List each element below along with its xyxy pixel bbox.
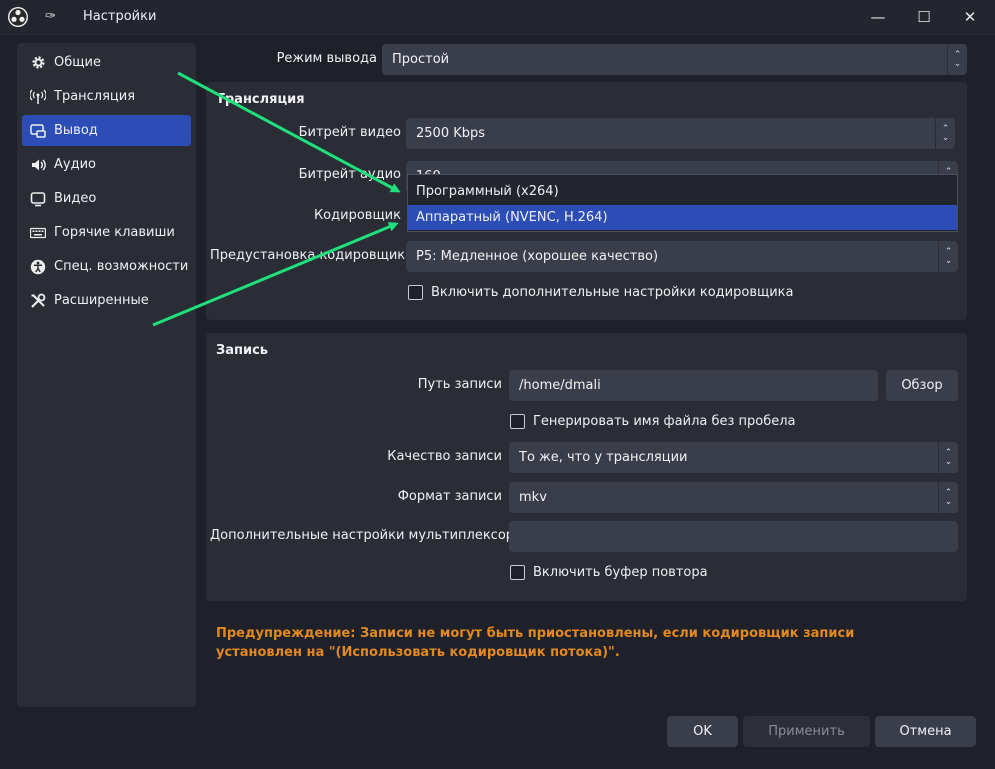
recording-quality-value: То же, что у трансляции: [519, 450, 688, 465]
keyboard-icon: [30, 225, 46, 241]
maximize-icon: ☐: [917, 8, 931, 26]
minimize-button[interactable]: —: [855, 0, 901, 34]
muxer-settings-label: Дополнительные настройки мультиплексора: [210, 528, 522, 543]
encoder-option-software[interactable]: Программный (x264): [408, 179, 957, 204]
broadcast-icon: [30, 89, 46, 105]
updown-arrows-icon: ⌃⌄: [947, 44, 967, 75]
encoder-label: Кодировщик: [313, 208, 401, 223]
sidebar-item-label: Расширенные: [54, 293, 149, 308]
sidebar-item-video[interactable]: Видео: [22, 183, 191, 214]
audio-bitrate-label: Битрейт аудио: [298, 167, 401, 182]
sidebar-item-label: Спец. возможности: [54, 259, 189, 274]
apply-button-label: Применить: [768, 724, 845, 739]
recording-quality-label: Качество записи: [387, 449, 502, 464]
output-icon: [30, 123, 46, 139]
sidebar-item-label: Горячие клавиши: [54, 225, 175, 240]
sidebar-item-advanced[interactable]: Расширенные: [22, 285, 191, 316]
apply-button[interactable]: Применить: [743, 716, 870, 747]
encoder-option-label: Программный (x264): [416, 184, 559, 199]
output-mode-label: Режим вывода: [276, 51, 377, 66]
recording-path-input[interactable]: /home/dmali: [509, 370, 878, 401]
sidebar-item-label: Общие: [54, 55, 101, 70]
accessibility-icon: [30, 259, 46, 275]
recording-format-select[interactable]: mkv ⌃ ⌄: [509, 482, 958, 513]
no-space-filename-checkbox[interactable]: Генерировать имя файла без пробела: [510, 414, 796, 429]
sidebar-item-stream[interactable]: Трансляция: [22, 81, 191, 112]
recording-format-value: mkv: [519, 490, 547, 505]
checkbox-box[interactable]: [408, 285, 423, 300]
sidebar-item-label: Видео: [54, 191, 97, 206]
recording-path-value: /home/dmali: [519, 378, 601, 393]
sidebar-item-hotkeys[interactable]: Горячие клавиши: [22, 217, 191, 248]
advanced-encoder-checkbox-label: Включить дополнительные настройки кодиро…: [431, 285, 794, 300]
updown-arrows-icon: ⌃⌄: [938, 442, 958, 473]
cancel-button-label: Отмена: [899, 724, 952, 739]
pin-icon[interactable]: ✑: [45, 9, 56, 24]
video-bitrate-value: 2500 Kbps: [416, 126, 486, 141]
recording-path-label: Путь записи: [417, 377, 502, 392]
sidebar-item-accessibility[interactable]: Спец. возможности: [22, 251, 191, 282]
sidebar-item-label: Аудио: [54, 157, 96, 172]
browse-button[interactable]: Обзор: [886, 370, 958, 401]
sidebar-item-label: Трансляция: [54, 89, 136, 104]
browse-button-label: Обзор: [901, 378, 943, 393]
sidebar-item-output[interactable]: Вывод: [22, 115, 191, 146]
checkbox-box[interactable]: [510, 565, 525, 580]
sidebar-item-label: Вывод: [54, 123, 98, 138]
updown-arrows-icon: ⌃⌄: [938, 241, 958, 272]
settings-sidebar: Общие Трансляция Вывод Аудио Видео Горяч…: [17, 43, 196, 707]
tools-icon: [30, 293, 46, 309]
no-space-filename-label: Генерировать имя файла без пробела: [533, 414, 796, 429]
minimize-icon: —: [870, 8, 886, 26]
cancel-button[interactable]: Отмена: [875, 716, 976, 747]
monitor-icon: [30, 191, 46, 207]
video-bitrate-input[interactable]: 2500 Kbps ⌃ ⌄: [406, 118, 955, 149]
advanced-encoder-checkbox[interactable]: Включить дополнительные настройки кодиро…: [408, 285, 794, 300]
sidebar-item-audio[interactable]: Аудио: [22, 149, 191, 180]
video-bitrate-label: Битрейт видео: [298, 125, 401, 140]
encoder-option-label: Аппаратный (NVENC, H.264): [416, 210, 608, 225]
title-bar: ✑ Настройки — ☐ ✕: [0, 0, 995, 35]
encoder-dropdown-list[interactable]: Программный (x264) Аппаратный (NVENC, H.…: [407, 174, 958, 232]
ok-button-label: OK: [693, 724, 712, 739]
replay-buffer-checkbox[interactable]: Включить буфер повтора: [510, 565, 708, 580]
close-button[interactable]: ✕: [947, 0, 993, 34]
close-icon: ✕: [963, 8, 977, 26]
encoder-option-hardware[interactable]: Аппаратный (NVENC, H.264): [408, 205, 957, 230]
replay-buffer-label: Включить буфер повтора: [533, 565, 708, 580]
ok-button[interactable]: OK: [667, 716, 738, 747]
spinbox-arrows-icon[interactable]: ⌃ ⌄: [935, 118, 955, 149]
encoder-preset-label: Предустановка кодировщика: [210, 248, 414, 263]
obs-logo-icon: [8, 7, 28, 27]
maximize-button[interactable]: ☐: [901, 0, 947, 34]
output-mode-select[interactable]: Простой ⌃ ⌄: [382, 44, 967, 75]
speaker-icon: [30, 157, 46, 173]
recording-warning-text: Предупреждение: Записи не могут быть при…: [216, 626, 855, 660]
updown-arrows-icon: ⌃⌄: [938, 482, 958, 513]
encoder-preset-value: P5: Медленное (хорошее качество): [416, 249, 659, 264]
checkbox-box[interactable]: [510, 414, 525, 429]
streaming-group-title: Трансляция: [216, 92, 305, 107]
output-mode-value: Простой: [392, 52, 450, 67]
muxer-settings-input[interactable]: [509, 521, 958, 552]
gear-icon: [30, 55, 46, 71]
recording-group-title: Запись: [216, 343, 269, 358]
encoder-preset-select[interactable]: P5: Медленное (хорошее качество) ⌃ ⌄: [406, 241, 958, 272]
recording-quality-select[interactable]: То же, что у трансляции ⌃ ⌄: [509, 442, 958, 473]
sidebar-item-general[interactable]: Общие: [22, 47, 191, 78]
window-title: Настройки: [83, 9, 157, 24]
recording-format-label: Формат записи: [397, 489, 502, 504]
